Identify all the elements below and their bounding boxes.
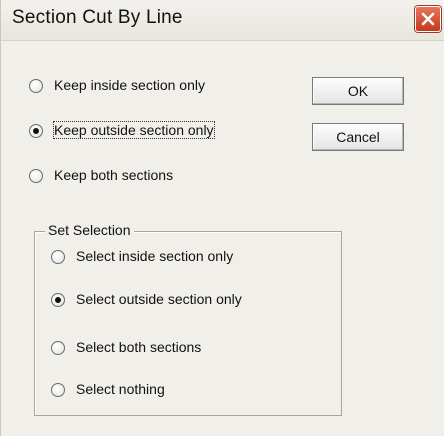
dialog-title: Section Cut By Line: [12, 7, 183, 28]
close-button[interactable]: [415, 6, 441, 32]
select-both-label: Select both sections: [76, 339, 202, 355]
keep-outside-radio[interactable]: [29, 124, 43, 138]
keep-inside-label: Keep inside section only: [54, 77, 205, 93]
select-inside-label: Select inside section only: [76, 248, 234, 264]
select-nothing-radio[interactable]: [51, 383, 65, 397]
cancel-button[interactable]: Cancel: [312, 123, 404, 151]
keep-inside-radio[interactable]: [29, 79, 43, 93]
keep-both-label: Keep both sections: [54, 167, 174, 183]
section-cut-dialog: Section Cut By Line Keep inside section …: [0, 0, 444, 436]
select-both-radio[interactable]: [51, 341, 65, 355]
ok-button[interactable]: OK: [312, 77, 404, 105]
select-outside-label: Select outside section only: [76, 291, 242, 307]
keep-outside-label: Keep outside section only: [53, 121, 215, 139]
set-selection-title: Set Selection: [45, 222, 134, 238]
select-inside-radio[interactable]: [51, 250, 65, 264]
keep-both-radio[interactable]: [29, 169, 43, 183]
select-outside-radio[interactable]: [51, 293, 65, 307]
select-nothing-label: Select nothing: [76, 381, 165, 397]
title-bar[interactable]: Section Cut By Line: [1, 0, 444, 41]
close-icon: [421, 12, 435, 26]
